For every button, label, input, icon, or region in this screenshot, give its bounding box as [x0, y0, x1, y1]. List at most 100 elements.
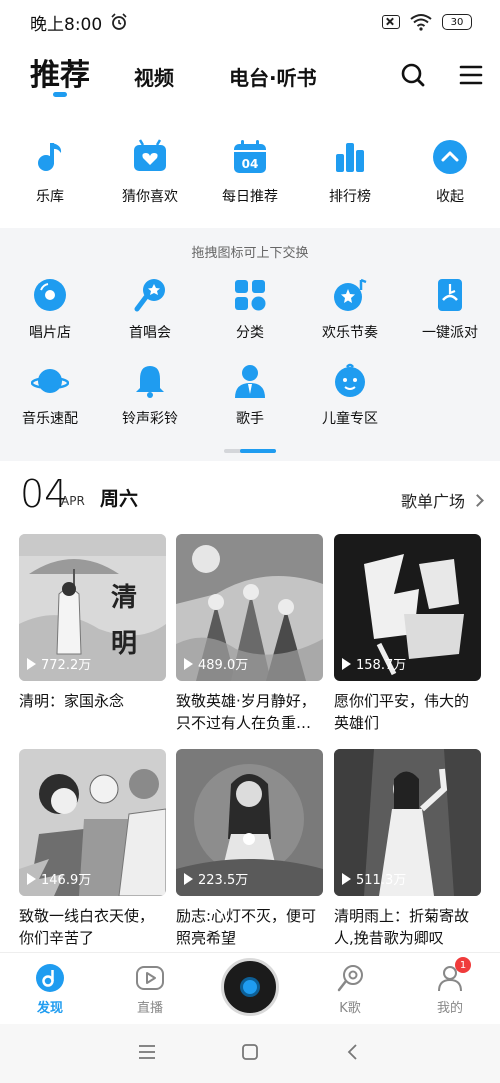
play-count-value: 223.5万	[198, 873, 249, 888]
grid-category-icon	[231, 276, 269, 314]
page-indicator	[224, 449, 276, 453]
panel-item-happy-rhythm[interactable]: 欢乐节奏	[300, 276, 400, 342]
playlist-card[interactable]: 158.7万 愿你们平安，伟大的英雄们	[334, 534, 481, 734]
nav-discover[interactable]: 发现	[20, 963, 80, 1016]
panel-item-singer[interactable]: 歌手	[200, 362, 300, 428]
quick-entry-label: 乐库	[36, 189, 64, 205]
panel-item-ringtone[interactable]: 铃声彩铃	[100, 362, 200, 428]
panel-item-label: 欢乐节奏	[322, 325, 378, 341]
panel-item-music-match[interactable]: 音乐速配	[0, 362, 100, 428]
profile-icon: 1	[435, 957, 471, 993]
menu-icon[interactable]	[458, 62, 484, 88]
wifi-icon	[410, 14, 432, 31]
playlist-plaza-link[interactable]: 歌单广场	[401, 488, 484, 512]
playlist-card[interactable]: 511.3万 清明雨上：折菊寄故人,挽昔歌为卿叹	[334, 749, 481, 949]
nav-mine[interactable]: 1 我的	[420, 957, 480, 1016]
top-navigation: 推荐 视频 电台·听书	[0, 48, 500, 100]
quick-entry-library[interactable]: 乐库	[0, 132, 100, 206]
panel-item-record-store[interactable]: 唱片店	[0, 276, 100, 342]
play-count: 772.2万	[27, 654, 91, 673]
active-tab-indicator	[53, 92, 67, 97]
nav-label: 直播	[136, 1001, 163, 1016]
heart-radio-icon	[131, 138, 169, 176]
playlist-title: 励志:心灯不灭，便可照亮希望	[176, 907, 317, 947]
tab-radio-audiobook[interactable]: 电台·听书	[229, 62, 317, 91]
playlist-cover: 146.9万	[19, 749, 166, 896]
vinyl-disc-icon	[31, 276, 69, 314]
play-count: 158.7万	[342, 654, 406, 673]
nav-karaoke[interactable]: K歌	[320, 963, 380, 1016]
panel-item-label: 儿童专区	[322, 411, 378, 427]
playlist-card[interactable]: 146.9万 致敬一线白衣天使，你们辛苦了	[19, 749, 166, 949]
recent-apps-icon[interactable]	[138, 1044, 156, 1060]
quick-entry-row: 乐库 猜你喜欢 04 每日推荐 排行榜 收起	[0, 132, 500, 222]
date-weekday: 周六	[100, 488, 139, 510]
playlist-card[interactable]: 489.0万 致敬英雄·岁月静好，只不过有人在负重…	[176, 534, 323, 734]
quick-entry-collapse[interactable]: 收起	[400, 132, 500, 206]
play-icon	[27, 872, 36, 885]
panel-item-label: 首唱会	[129, 325, 171, 341]
expanded-entry-panel: 拖拽图标可上下交换 唱片店 首唱会 分类 欢乐节奏 一键派对 音乐速配 铃声彩铃…	[0, 228, 500, 461]
play-count-value: 772.2万	[41, 658, 92, 673]
search-icon[interactable]	[400, 62, 426, 88]
calendar-day-text: 04	[242, 157, 259, 171]
quick-entry-label: 收起	[436, 189, 464, 205]
panel-item-label: 一键派对	[422, 325, 478, 341]
play-icon	[184, 657, 193, 670]
play-count: 146.9万	[27, 869, 91, 888]
microphone-star-icon	[131, 276, 169, 314]
quick-entry-label: 猜你喜欢	[122, 189, 178, 205]
playlist-title: 清明：家国永念	[19, 692, 125, 710]
panel-item-party[interactable]: 一键派对	[400, 276, 500, 342]
panel-item-kids[interactable]: 儿童专区	[300, 362, 400, 428]
rhythm-note-icon	[331, 276, 369, 314]
status-bar: 晚上8:00 30	[0, 0, 500, 44]
music-note-icon	[31, 138, 69, 176]
playlist-cover: 158.7万	[334, 534, 481, 681]
chevron-up-icon	[431, 138, 469, 176]
play-count-value: 146.9万	[41, 873, 92, 888]
svg-text:清: 清	[111, 583, 137, 613]
drag-hint: 拖拽图标可上下交换	[191, 246, 309, 261]
nav-live[interactable]: 直播	[120, 963, 180, 1016]
playlist-card[interactable]: 223.5万 励志:心灯不灭，便可照亮希望	[176, 749, 323, 949]
playlist-cover: 223.5万	[176, 749, 323, 896]
nav-label: 发现	[36, 1001, 63, 1016]
alarm-icon	[111, 13, 127, 30]
panel-item-label: 音乐速配	[22, 411, 78, 427]
play-count-value: 158.7万	[356, 658, 407, 673]
svg-text:明: 明	[111, 629, 137, 659]
daily-header: 04 APR 周六 歌单广场	[0, 470, 500, 526]
play-count-value: 489.0万	[198, 658, 249, 673]
bar-chart-icon	[331, 138, 369, 176]
status-time: 晚上8:00	[30, 14, 103, 35]
disc-center-icon	[240, 977, 260, 997]
system-navigation-bar	[0, 1024, 500, 1083]
playlist-title: 致敬英雄·岁月静好，只不过有人在负重…	[176, 692, 316, 732]
playlist-cover: 489.0万	[176, 534, 323, 681]
play-count: 511.3万	[342, 869, 406, 888]
playlist-cover: 511.3万	[334, 749, 481, 896]
quick-entry-charts[interactable]: 排行榜	[300, 132, 400, 206]
panel-item-label: 歌手	[236, 411, 264, 427]
play-count: 489.0万	[184, 654, 248, 673]
panel-item-category[interactable]: 分类	[200, 276, 300, 342]
playlist-card[interactable]: 清 明 772.2万 清明：家国永念	[19, 534, 166, 734]
quick-entry-guess-you-like[interactable]: 猜你喜欢	[100, 132, 200, 206]
singer-person-icon	[231, 362, 269, 400]
nav-label: K歌	[339, 1001, 361, 1016]
playlist-title: 致敬一线白衣天使，你们辛苦了	[19, 907, 155, 947]
no-sim-icon	[382, 15, 400, 29]
now-playing-disc[interactable]	[221, 958, 279, 1016]
panel-item-first-concert[interactable]: 首唱会	[100, 276, 200, 342]
date-month: APR	[61, 494, 85, 508]
panel-item-label: 唱片店	[29, 325, 71, 341]
tab-video[interactable]: 视频	[134, 62, 174, 91]
back-icon[interactable]	[346, 1044, 360, 1060]
panel-item-label: 铃声彩铃	[122, 411, 178, 427]
playlist-title: 清明雨上：折菊寄故人,挽昔歌为卿叹	[334, 907, 470, 947]
home-icon[interactable]	[241, 1044, 259, 1060]
quick-entry-daily[interactable]: 04 每日推荐	[200, 132, 300, 206]
tab-recommend[interactable]: 推荐	[30, 50, 90, 94]
panel-item-label: 分类	[236, 325, 264, 341]
